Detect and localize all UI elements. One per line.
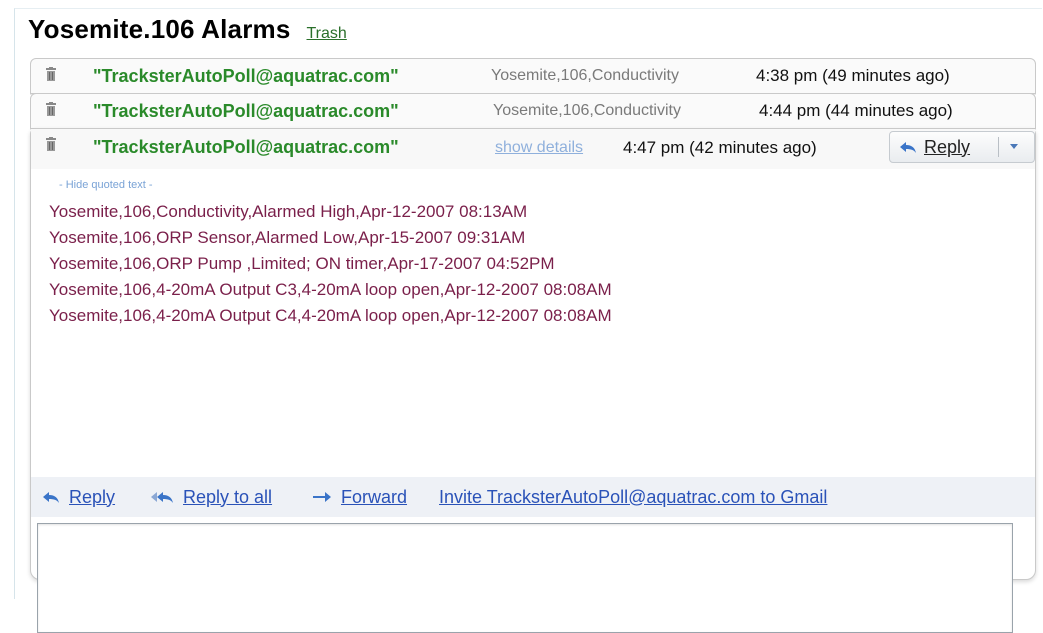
message-time: 4:47 pm (42 minutes ago) [623, 138, 817, 157]
page-header: Yosemite.106 Alarms Trash [28, 14, 347, 45]
body-line: Yosemite,106,Conductivity,Alarmed High,A… [49, 202, 528, 221]
reply-button[interactable]: Reply [889, 131, 1035, 163]
reply-textbox[interactable] [37, 523, 1013, 633]
invite-to-gmail-link[interactable]: Invite TracksterAutoPoll@aquatrac.com to… [439, 487, 827, 508]
message-subject: Yosemite,106,Conductivity [491, 67, 679, 84]
message-subject: Yosemite,106,Conductivity [493, 102, 681, 119]
expanded-message-header: "TracksterAutoPoll@aquatrac.com" show de… [31, 129, 1035, 169]
expanded-message: "TracksterAutoPoll@aquatrac.com" show de… [30, 128, 1036, 633]
reply-button-label: Reply [924, 136, 971, 157]
button-divider [998, 137, 999, 157]
reply-arrow-icon [43, 492, 59, 503]
reply-link-label: Reply [69, 486, 116, 507]
trash-icon[interactable] [45, 102, 57, 117]
message-time: 4:44 pm (44 minutes ago) [759, 101, 953, 120]
dropdown-arrow-icon[interactable] [1006, 138, 1022, 154]
body-line: Yosemite,106,ORP Sensor,Alarmed Low,Apr-… [49, 228, 526, 247]
collapsed-message[interactable]: "TracksterAutoPoll@aquatrac.com" Yosemit… [30, 93, 1036, 129]
message-thread: "TracksterAutoPoll@aquatrac.com" Yosemit… [30, 58, 1036, 633]
collapsed-message[interactable]: "TracksterAutoPoll@aquatrac.com" Yosemit… [30, 58, 1036, 94]
reply-all-arrow-icon [151, 492, 173, 503]
show-details-link[interactable]: show details [495, 139, 583, 157]
invite-label: Invite TracksterAutoPoll@aquatrac.com to… [439, 486, 828, 507]
forward-label: Forward [341, 486, 408, 507]
message-sender: "TracksterAutoPoll@aquatrac.com" [93, 65, 399, 86]
reply-to-all-link[interactable]: Reply to all [149, 487, 272, 508]
reply-to-all-label: Reply to all [183, 486, 273, 507]
body-line: Yosemite,106,4-20mA Output C4,4-20mA loo… [49, 306, 612, 325]
reply-action-bar: Reply Reply to all Forward Invite Tracks… [31, 477, 1035, 517]
trash-link[interactable]: Trash [307, 25, 347, 43]
reply-arrow-icon [900, 142, 916, 153]
trash-icon[interactable] [45, 67, 57, 82]
body-line: Yosemite,106,4-20mA Output C3,4-20mA loo… [49, 280, 612, 299]
page-title: Yosemite.106 Alarms [28, 14, 291, 44]
message-sender: "TracksterAutoPoll@aquatrac.com" [93, 137, 399, 157]
message-sender: "TracksterAutoPoll@aquatrac.com" [93, 100, 399, 121]
reply-link[interactable]: Reply [41, 487, 115, 508]
message-body: Yosemite,106,Conductivity,Alarmed High,A… [49, 199, 612, 329]
forward-arrow-icon [313, 492, 331, 502]
message-time: 4:38 pm (49 minutes ago) [756, 66, 950, 85]
trash-icon[interactable] [45, 137, 57, 152]
hide-quoted-text-link[interactable]: - Hide quoted text - [59, 179, 153, 191]
forward-link[interactable]: Forward [311, 487, 407, 508]
body-line: Yosemite,106,ORP Pump ,Limited; ON timer… [49, 254, 555, 273]
